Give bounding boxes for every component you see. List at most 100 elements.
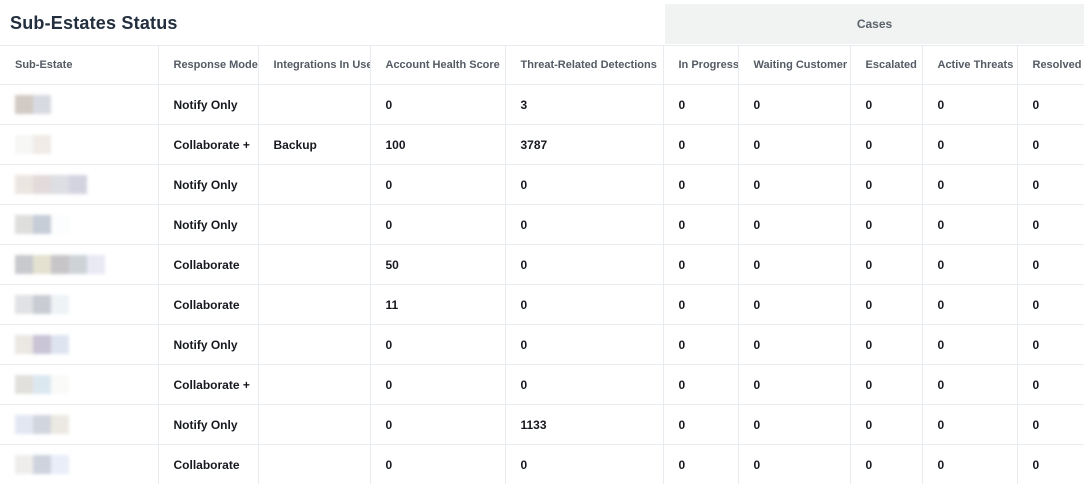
cell-escalated: 0 [850,245,922,285]
cell-response-mode: Collaborate [158,285,258,325]
cell-threat-related-detections: 0 [505,285,663,325]
cell-integrations-in-use [258,245,370,285]
cell-threat-related-detections: 0 [505,205,663,245]
page-title: Sub-Estates Status [10,13,178,34]
table-row[interactable]: Notify Only0300000 [0,85,1084,125]
cell-active-threats: 0 [922,165,1017,205]
cell-response-mode: Collaborate + [158,125,258,165]
column-header-resolved: Resolved [1017,46,1084,85]
cell-account-health-score: 0 [370,205,505,245]
table-row[interactable]: Collaborate0000000 [0,445,1084,484]
column-header-waiting-customer: Waiting Customer [738,46,850,85]
cell-in-progress: 0 [663,245,738,285]
cell-active-threats: 0 [922,445,1017,484]
table-row[interactable]: Notify Only0113300000 [0,405,1084,445]
cell-active-threats: 0 [922,205,1017,245]
cell-sub-estate [0,445,158,484]
column-header-threat-related-detections: Threat-Related Detections [505,46,663,85]
cell-sub-estate [0,325,158,365]
cell-account-health-score: 0 [370,365,505,405]
cell-resolved: 0 [1017,245,1084,285]
cell-in-progress: 0 [663,125,738,165]
cases-group-label: Cases [857,17,892,31]
cell-escalated: 0 [850,405,922,445]
redacted-sub-estate-name [15,95,152,114]
cell-escalated: 0 [850,445,922,484]
cell-account-health-score: 0 [370,165,505,205]
cell-waiting-customer: 0 [738,405,850,445]
cell-response-mode: Notify Only [158,165,258,205]
cell-escalated: 0 [850,285,922,325]
redacted-sub-estate-name [15,295,152,314]
cell-escalated: 0 [850,205,922,245]
cell-in-progress: 0 [663,165,738,205]
cell-in-progress: 0 [663,365,738,405]
cell-account-health-score: 50 [370,245,505,285]
cell-threat-related-detections: 3787 [505,125,663,165]
cell-resolved: 0 [1017,365,1084,405]
cell-waiting-customer: 0 [738,245,850,285]
cell-response-mode: Collaborate [158,445,258,484]
cell-escalated: 0 [850,325,922,365]
column-header-response-mode: Response Mode [158,46,258,85]
cell-sub-estate [0,85,158,125]
column-header-sub-estate: Sub-Estate [0,46,158,85]
cell-waiting-customer: 0 [738,125,850,165]
cell-account-health-score: 100 [370,125,505,165]
cell-in-progress: 0 [663,405,738,445]
cell-integrations-in-use [258,445,370,484]
cell-threat-related-detections: 0 [505,365,663,405]
cell-waiting-customer: 0 [738,365,850,405]
cell-sub-estate [0,165,158,205]
table-row[interactable]: Collaborate +Backup100378700000 [0,125,1084,165]
cell-threat-related-detections: 3 [505,85,663,125]
table-row[interactable]: Collaborate11000000 [0,285,1084,325]
cell-account-health-score: 11 [370,285,505,325]
table-row[interactable]: Collaborate +0000000 [0,365,1084,405]
cell-sub-estate [0,245,158,285]
cell-resolved: 0 [1017,285,1084,325]
cell-active-threats: 0 [922,365,1017,405]
cell-resolved: 0 [1017,325,1084,365]
redacted-sub-estate-name [15,255,152,274]
cell-integrations-in-use [258,365,370,405]
cell-response-mode: Notify Only [158,405,258,445]
cell-resolved: 0 [1017,205,1084,245]
table-header-row: Sub-EstateResponse ModeIntegrations In U… [0,46,1084,85]
cell-waiting-customer: 0 [738,85,850,125]
cell-active-threats: 0 [922,85,1017,125]
cell-waiting-customer: 0 [738,285,850,325]
cell-active-threats: 0 [922,405,1017,445]
cell-integrations-in-use [258,205,370,245]
cell-threat-related-detections: 0 [505,445,663,484]
status-table: Sub-EstateResponse ModeIntegrations In U… [0,45,1084,484]
cell-resolved: 0 [1017,125,1084,165]
cell-waiting-customer: 0 [738,325,850,365]
cell-waiting-customer: 0 [738,445,850,484]
table-row[interactable]: Notify Only0000000 [0,165,1084,205]
cell-resolved: 0 [1017,165,1084,205]
cell-waiting-customer: 0 [738,165,850,205]
cell-sub-estate [0,405,158,445]
cell-threat-related-detections: 0 [505,325,663,365]
cell-in-progress: 0 [663,285,738,325]
redacted-sub-estate-name [15,415,152,434]
table-row[interactable]: Notify Only0000000 [0,325,1084,365]
cell-threat-related-detections: 1133 [505,405,663,445]
cell-account-health-score: 0 [370,325,505,365]
cell-in-progress: 0 [663,205,738,245]
cell-active-threats: 0 [922,285,1017,325]
cell-response-mode: Notify Only [158,205,258,245]
sub-estates-status-panel: Sub-Estates Status Cases Sub-EstateRespo… [0,0,1084,484]
column-header-in-progress: In Progress [663,46,738,85]
cell-integrations-in-use [258,165,370,205]
table-row[interactable]: Notify Only0000000 [0,205,1084,245]
cell-in-progress: 0 [663,85,738,125]
cell-active-threats: 0 [922,325,1017,365]
cell-response-mode: Notify Only [158,325,258,365]
cell-escalated: 0 [850,365,922,405]
column-header-active-threats: Active Threats [922,46,1017,85]
cell-escalated: 0 [850,85,922,125]
table-row[interactable]: Collaborate50000000 [0,245,1084,285]
cell-response-mode: Collaborate + [158,365,258,405]
